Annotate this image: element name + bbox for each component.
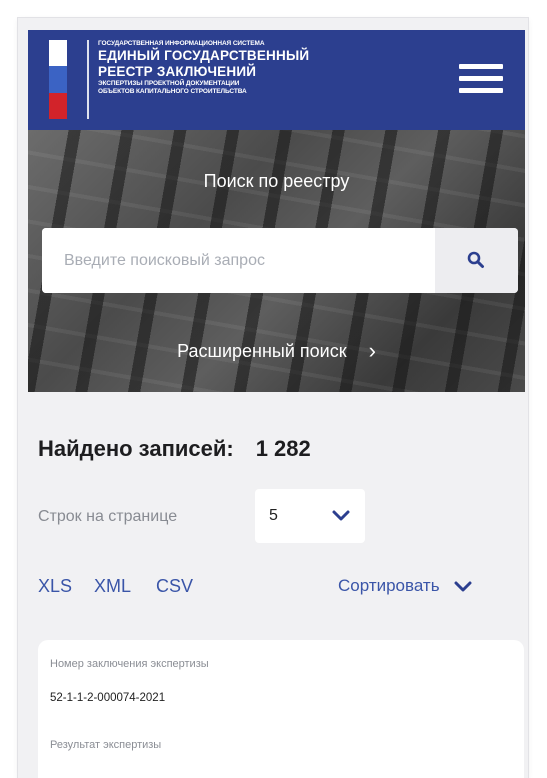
sort-label: Сортировать xyxy=(338,576,440,595)
site-title-block: ГОСУДАРСТВЕННАЯ ИНФОРМАЦИОННАЯ СИСТЕМА Е… xyxy=(98,40,309,96)
search-box xyxy=(42,228,518,293)
site-title-line3: РЕЕСТР ЗАКЛЮЧЕНИЙ xyxy=(98,64,257,79)
rows-per-page-value: 5 xyxy=(269,507,278,524)
chevron-down-icon xyxy=(332,510,350,521)
advanced-search-label: Расширенный поиск xyxy=(177,341,347,361)
russian-flag-logo xyxy=(49,40,67,119)
found-label: Найдено записей: xyxy=(38,436,234,461)
expertise-number-label: Номер заключения экспертизы xyxy=(50,658,209,670)
search-title: Поиск по реестру xyxy=(203,171,350,191)
site-title-line4: ЭКСПЕРТИЗЫ ПРОЕКТНОЙ ДОКУМЕНТАЦИИ xyxy=(98,80,240,87)
search-button[interactable] xyxy=(435,228,518,293)
sort-button[interactable]: Сортировать xyxy=(338,576,472,596)
export-xml-link[interactable]: XML xyxy=(94,576,131,597)
found-records: Найдено записей: 1 282 xyxy=(38,436,311,462)
chevron-right-icon: › xyxy=(368,338,376,363)
found-count: 1 282 xyxy=(255,436,311,461)
expertise-result-label: Результат экспертизы xyxy=(50,739,162,751)
chevron-down-icon xyxy=(454,581,472,592)
site-header: ГОСУДАРСТВЕННАЯ ИНФОРМАЦИОННАЯ СИСТЕМА Е… xyxy=(28,30,525,130)
logo-divider xyxy=(87,40,89,119)
hamburger-menu-icon[interactable] xyxy=(459,64,503,94)
site-title-line5: ОБЪЕКТОВ КАПИТАЛЬНОГО СТРОИТЕЛЬСТВА xyxy=(98,88,247,95)
rows-per-page-select[interactable]: 5 xyxy=(255,489,365,543)
search-hero: Поиск по реестру Расширенный поиск › xyxy=(28,130,525,392)
site-title-line2: ЕДИНЫЙ ГОСУДАРСТВЕННЫЙ xyxy=(98,48,310,63)
search-icon xyxy=(467,251,484,268)
export-csv-link[interactable]: CSV xyxy=(156,576,193,597)
result-card[interactable]: Номер заключения экспертизы 52-1-1-2-000… xyxy=(38,640,524,778)
expertise-number-value: 52-1-1-2-000074-2021 xyxy=(50,692,166,704)
rows-per-page-label: Строк на странице xyxy=(38,508,178,525)
advanced-search-link[interactable]: Расширенный поиск › xyxy=(28,338,525,364)
search-input[interactable] xyxy=(42,228,435,293)
export-xls-link[interactable]: XLS xyxy=(38,576,72,597)
mobile-frame: ГОСУДАРСТВЕННАЯ ИНФОРМАЦИОННАЯ СИСТЕМА Е… xyxy=(18,18,528,778)
site-title-line1: ГОСУДАРСТВЕННАЯ ИНФОРМАЦИОННАЯ СИСТЕМА xyxy=(98,40,265,47)
